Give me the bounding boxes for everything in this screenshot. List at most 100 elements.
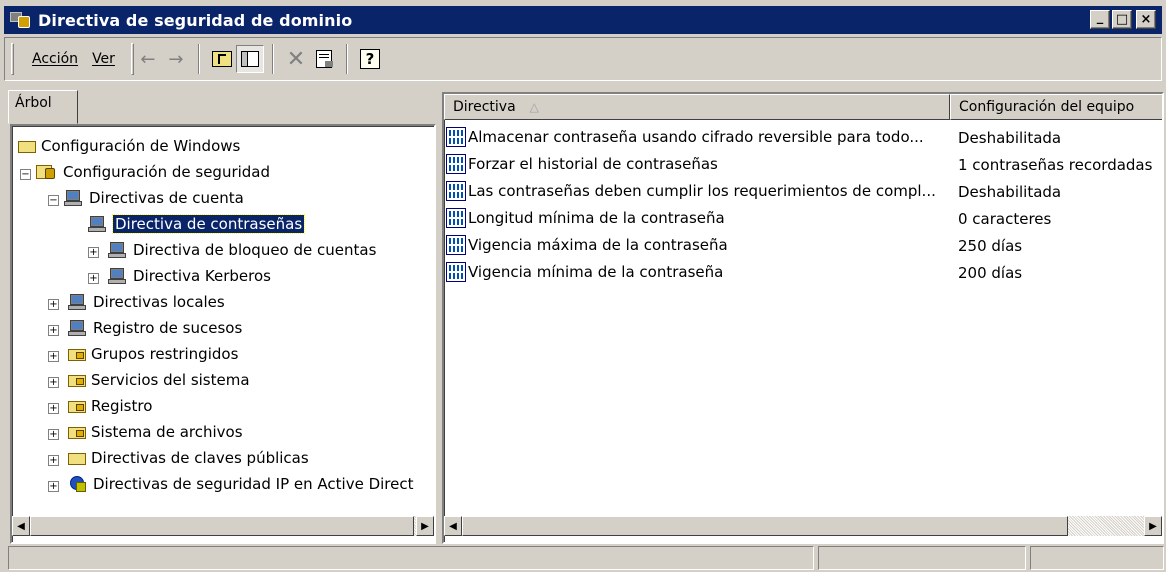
tree-item-label: Sistema de archivos [91, 423, 243, 441]
expand-icon[interactable]: + [48, 455, 59, 466]
policy-setting-value: 1 contraseñas recordadas [958, 156, 1153, 174]
status-bar [8, 546, 1164, 570]
tree-item-label: Directiva Kerberos [133, 267, 271, 285]
toolbar-grip[interactable] [11, 43, 14, 75]
expand-icon[interactable]: + [48, 429, 59, 440]
delete-icon[interactable]: ✕ [282, 45, 310, 73]
tree-item-configuracion-windows[interactable]: Configuración de Windows [18, 134, 240, 158]
expand-icon[interactable]: + [48, 351, 59, 362]
policy-folder-icon [108, 267, 128, 285]
toolbar: Acción Ver ← → ✕ ? [4, 37, 1162, 81]
list-item[interactable]: Almacenar contraseña usando cifrado reve… [446, 124, 924, 150]
locked-folder-icon [68, 347, 86, 361]
tree-item-label: Directivas de seguridad IP en Active Dir… [93, 475, 414, 493]
back-icon[interactable]: ← [134, 45, 162, 73]
toolbar-separator-3 [345, 44, 348, 74]
tree-item-directivas-locales[interactable]: Directivas locales [68, 290, 225, 314]
tree-item-grupos-restringidos[interactable]: Grupos restringidos [68, 342, 238, 366]
minimize-button[interactable]: _ [1090, 10, 1110, 29]
column-header-directiva[interactable]: Directiva △ [444, 94, 950, 120]
window-controls: _ □ × [1090, 10, 1156, 29]
list-item[interactable]: Las contraseñas deben cumplir los requer… [446, 178, 936, 204]
policy-name: Forzar el historial de contraseñas [468, 155, 718, 173]
tree-item-servicios-sistema[interactable]: Servicios del sistema [68, 368, 250, 392]
list-hscrollbar[interactable]: ◀ ▶ [444, 516, 1162, 536]
tree-item-directiva-contrasenas[interactable]: Directiva de contraseñas [88, 212, 306, 236]
column-header-label: Configuración del equipo [959, 99, 1135, 115]
close-button[interactable]: × [1136, 10, 1156, 29]
tree-hscrollbar[interactable]: ◀ ▶ [12, 516, 434, 536]
list-item[interactable]: Vigencia máxima de la contraseña [446, 232, 728, 258]
maximize-icon: □ [1115, 12, 1129, 27]
scroll-thumb[interactable] [462, 516, 1068, 536]
policy-list-pane[interactable]: Directiva △ Configuración del equipo Alm… [442, 92, 1164, 544]
folder-icon [18, 139, 36, 153]
column-header-configuracion[interactable]: Configuración del equipo [950, 94, 1162, 120]
tree-item-registro[interactable]: Registro [68, 394, 152, 418]
tree-item-directivas-claves-publicas[interactable]: Directivas de claves públicas [68, 446, 309, 470]
policy-name: Vigencia mínima de la contraseña [468, 263, 724, 281]
main-window: Directiva de seguridad de dominio _ □ × … [0, 0, 1166, 572]
up-level-icon[interactable] [208, 45, 236, 73]
scroll-right-icon[interactable]: ▶ [1144, 516, 1162, 536]
expand-icon[interactable]: + [88, 247, 99, 258]
security-policy-icon [10, 10, 32, 30]
expand-icon[interactable]: + [48, 325, 59, 336]
tree-tab-area: Árbol [8, 88, 436, 124]
expand-icon[interactable]: + [88, 273, 99, 284]
policy-folder-icon [68, 319, 88, 337]
policy-setting-value: Deshabilitada [958, 129, 1062, 147]
tree-item-directivas-cuenta[interactable]: Directivas de cuenta [64, 186, 244, 210]
expand-icon[interactable]: + [48, 403, 59, 414]
tree-item-label: Registro [91, 397, 153, 415]
tree-item-registro-sucesos[interactable]: Registro de sucesos [68, 316, 242, 340]
expand-icon[interactable]: + [48, 299, 59, 310]
tree-item-label: Configuración de Windows [41, 137, 241, 155]
tree-item-directiva-bloqueo[interactable]: Directiva de bloqueo de cuentas [108, 238, 376, 262]
tree-item-directiva-kerberos[interactable]: Directiva Kerberos [108, 264, 271, 288]
tree-item-configuracion-seguridad[interactable]: Configuración de seguridad [36, 160, 270, 184]
list-item[interactable]: Longitud mínima de la contraseña [446, 205, 725, 231]
policy-setting-icon [446, 262, 466, 282]
scroll-thumb[interactable] [30, 516, 414, 536]
export-list-icon[interactable] [310, 45, 338, 73]
show-tree-icon[interactable] [235, 45, 264, 73]
policy-setting-icon [446, 127, 466, 147]
expand-icon[interactable]: + [48, 377, 59, 388]
status-panel-2 [818, 546, 1026, 570]
collapse-icon[interactable]: − [20, 169, 31, 180]
window-title: Directiva de seguridad de dominio [38, 10, 353, 30]
list-item[interactable]: Forzar el historial de contraseñas [446, 151, 718, 177]
ip-security-icon [68, 474, 88, 494]
title-bar[interactable]: Directiva de seguridad de dominio _ □ × [4, 6, 1162, 34]
status-panel-3 [1030, 546, 1164, 570]
list-item[interactable]: Vigencia mínima de la contraseña [446, 259, 723, 285]
tree-item-sistema-archivos[interactable]: Sistema de archivos [68, 420, 243, 444]
policy-setting-icon [446, 154, 466, 174]
tree-item-directivas-seguridad-ip[interactable]: Directivas de seguridad IP en Active Dir… [68, 472, 413, 496]
menu-accion[interactable]: Acción [32, 51, 78, 67]
policy-folder-icon [108, 241, 128, 259]
policy-setting-icon [446, 208, 466, 228]
toolbar-separator [197, 44, 200, 74]
sort-ascending-icon: △ [529, 100, 539, 114]
locked-folder-icon [68, 373, 86, 387]
help-icon[interactable]: ? [356, 45, 384, 73]
policy-name: Las contraseñas deben cumplir los requer… [468, 182, 936, 200]
status-panel-main [8, 546, 814, 570]
tree-pane[interactable]: Configuración de Windows − Configuración… [10, 124, 436, 544]
tab-arbol[interactable]: Árbol [8, 90, 78, 124]
scroll-left-icon[interactable]: ◀ [444, 516, 462, 536]
tree-item-label: Grupos restringidos [91, 345, 239, 363]
menu-ver[interactable]: Ver [92, 51, 115, 67]
close-icon: × [1140, 12, 1152, 27]
policy-setting-value: 200 días [958, 264, 1023, 282]
scroll-right-icon[interactable]: ▶ [416, 516, 434, 536]
maximize-button[interactable]: □ [1112, 10, 1132, 29]
tree-item-label: Directivas de claves públicas [91, 449, 309, 467]
expand-icon[interactable]: + [48, 481, 59, 492]
collapse-icon[interactable]: − [48, 195, 59, 206]
policy-name: Longitud mínima de la contraseña [468, 209, 725, 227]
scroll-left-icon[interactable]: ◀ [12, 516, 30, 536]
forward-icon[interactable]: → [162, 45, 190, 73]
